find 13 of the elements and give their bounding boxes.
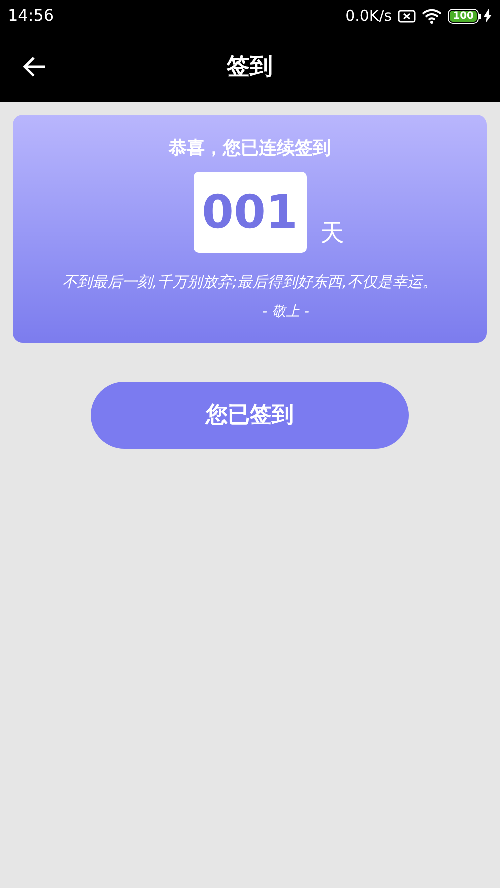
back-arrow-icon [23,56,47,78]
day-unit: 天 [320,218,344,249]
sim-icon [398,10,416,22]
card-heading: 恭喜，您已连续签到 [169,137,331,161]
day-count: 001 [194,172,306,253]
battery-icon: 100 [448,8,481,24]
charging-icon [484,9,492,23]
wifi-icon [422,8,442,24]
status-time: 14:56 [8,5,54,27]
quote-signature: - 敬上 - [262,302,310,322]
network-speed: 0.0K/s [346,6,392,27]
quote-text: 不到最后一刻,千万别放弃;最后得到好东西,不仅是幸运。 [62,272,438,293]
page-title: 签到 [227,52,273,82]
